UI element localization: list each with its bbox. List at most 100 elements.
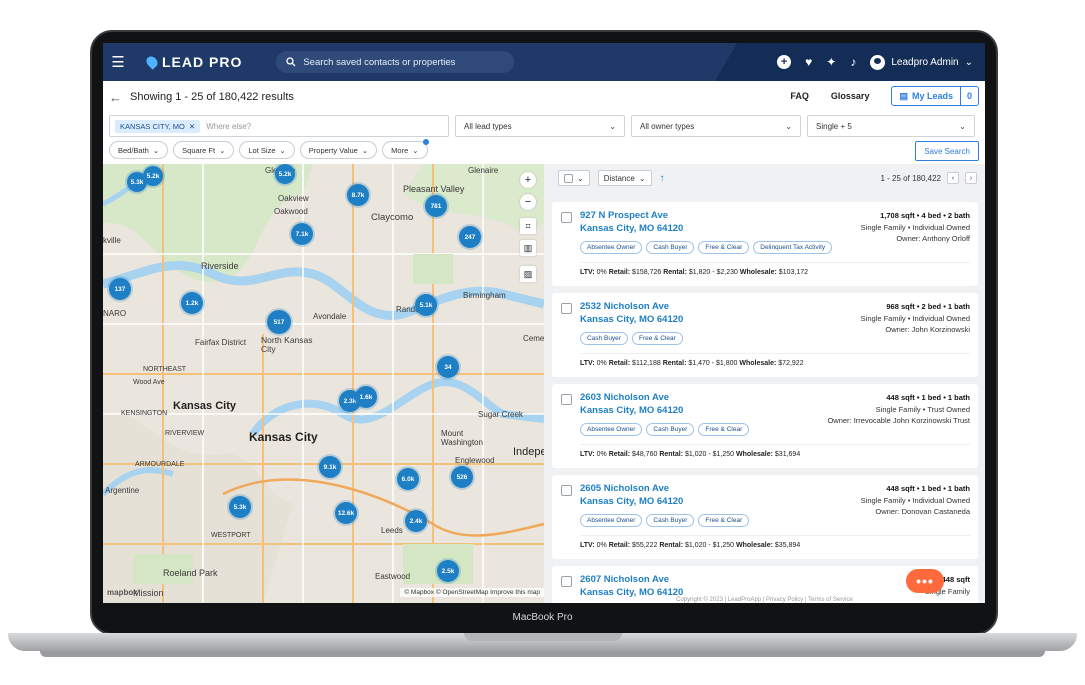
rental-value: $1,470 - $1,800 <box>688 360 738 367</box>
mapbox-logo[interactable]: mapbox <box>107 588 138 597</box>
app-screen: ☰ LEAD PRO Search saved contacts or prop… <box>103 43 985 603</box>
map-cluster[interactable]: 7.1k <box>291 223 313 245</box>
wholesale-value: $31,694 <box>774 451 801 458</box>
row-checkbox[interactable] <box>561 212 572 223</box>
map-cluster[interactable]: 781 <box>425 195 447 217</box>
map-attribution[interactable]: © Mapbox © OpenStreetMap Improve this ma… <box>400 588 544 597</box>
list-item[interactable]: 927 N Prospect Ave Kansas City, MO 64120… <box>552 202 978 286</box>
map-cluster[interactable]: 6.0k <box>397 468 419 490</box>
retail-label: Retail: <box>608 360 631 367</box>
map-cluster[interactable]: 526 <box>451 466 473 488</box>
map-layers-icon[interactable]: ▨ <box>520 266 536 282</box>
list-item[interactable]: 2605 Nicholson Ave Kansas City, MO 64120… <box>552 475 978 559</box>
square-ft-filter[interactable]: Square Ft ⌄ <box>173 141 235 159</box>
ltv-label: LTV: <box>580 451 595 458</box>
map-cluster[interactable]: 517 <box>267 310 291 334</box>
map-label: Oakwood <box>274 207 308 216</box>
map-label: Pleasant Valley <box>403 184 465 194</box>
location-chip[interactable]: KANSAS CITY, MO ✕ <box>115 119 201 133</box>
row-checkbox[interactable] <box>561 303 572 314</box>
pin-icon[interactable]: ✦ <box>826 55 836 69</box>
bed-bath-filter[interactable]: Bed/Bath ⌄ <box>109 141 169 159</box>
top-navbar: ☰ LEAD PRO Search saved contacts or prop… <box>103 43 985 81</box>
map-cluster[interactable]: 12.6k <box>335 502 357 524</box>
map-label: RIVERVIEW <box>165 430 205 437</box>
ltv-value: 0% <box>596 542 607 549</box>
map-label: Sugar Creek <box>478 410 523 419</box>
map-cluster[interactable]: 1.2k <box>181 292 203 314</box>
results-list: ⌄ Distance ⌄ ↑ 1 - 25 of 180,422 ‹ › 927 … <box>544 164 985 603</box>
owner-types-select[interactable]: All owner types ⌄ <box>631 115 801 137</box>
my-leads-button[interactable]: ▤ My Leads 0 <box>891 86 979 106</box>
map-cluster[interactable]: 34 <box>437 356 459 378</box>
global-search[interactable]: Search saved contacts or properties <box>276 51 515 73</box>
ltv-label: LTV: <box>580 360 595 367</box>
app-logo[interactable]: LEAD PRO <box>144 54 243 70</box>
location-pin-icon <box>144 54 160 70</box>
map-cluster[interactable]: 5.1k <box>415 294 437 316</box>
map-cluster[interactable]: 1.6k <box>355 386 377 408</box>
map-cluster[interactable]: 2.5k <box>437 560 459 582</box>
row-checkbox[interactable] <box>561 485 572 496</box>
row-checkbox[interactable] <box>561 394 572 405</box>
save-search-button[interactable]: Save Search <box>915 141 979 161</box>
zoom-in-icon[interactable]: + <box>520 172 536 188</box>
close-icon[interactable]: ✕ <box>189 122 195 131</box>
filter-row-primary: KANSAS CITY, MO ✕ Where else? All lead ty… <box>109 115 975 137</box>
wholesale-value: $103,172 <box>778 269 808 276</box>
chevron-down-icon: ⌄ <box>577 173 584 183</box>
tag: Absentee Owner <box>580 241 643 254</box>
hamburger-menu-icon[interactable]: ☰ <box>103 53 133 71</box>
next-page-icon[interactable]: › <box>965 172 977 184</box>
heart-icon[interactable]: ♥ <box>805 55 812 69</box>
location-input[interactable]: KANSAS CITY, MO ✕ Where else? <box>109 115 449 137</box>
chevron-down-icon: ⌄ <box>152 145 160 155</box>
logo-text: LEAD PRO <box>162 54 243 70</box>
sort-direction-icon[interactable]: ↑ <box>660 173 665 184</box>
map-cluster[interactable]: 5.3k <box>127 172 147 192</box>
map-cluster[interactable]: 137 <box>109 278 131 300</box>
property-specs: 448 sqft • 1 bed • 1 bath Single Family … <box>827 392 970 427</box>
glossary-link[interactable]: Glossary <box>831 91 870 101</box>
draw-area-icon[interactable]: ⌗ <box>520 218 536 234</box>
trash-icon[interactable]: ▥ <box>520 240 536 256</box>
row-checkbox[interactable] <box>561 576 572 587</box>
user-menu[interactable]: Leadpro Admin ⌄ <box>870 54 973 70</box>
faq-link[interactable]: FAQ <box>790 91 809 101</box>
map-label: kville <box>103 236 121 245</box>
prev-page-icon[interactable]: ‹ <box>947 172 959 184</box>
map-cluster[interactable]: 247 <box>459 226 481 248</box>
list-toolbar: ⌄ Distance ⌄ ↑ 1 - 25 of 180,422 ‹ › <box>544 164 985 192</box>
map-cluster[interactable]: 9.1k <box>319 456 341 478</box>
property-type-select[interactable]: Single + 5 ⌄ <box>807 115 975 137</box>
sort-select[interactable]: Distance ⌄ <box>597 170 652 186</box>
back-arrow-icon[interactable]: ← <box>109 90 122 105</box>
rental-label: Rental: <box>663 269 687 276</box>
map-view[interactable]: Glenaire Glenaire Pleasant Valley Oakvie… <box>103 164 544 603</box>
lot-size-filter[interactable]: Lot Size ⌄ <box>239 141 295 159</box>
property-value-filter[interactable]: Property Value ⌄ <box>299 141 378 159</box>
add-icon[interactable]: + <box>777 55 792 69</box>
zoom-out-icon[interactable]: − <box>520 194 536 210</box>
more-filters[interactable]: More ⌄ <box>382 139 429 159</box>
specs-summary: 1,708 sqft • 4 bed • 2 bath <box>880 211 970 220</box>
map-cluster[interactable]: 5.3k <box>229 496 251 518</box>
select-all-checkbox[interactable] <box>564 173 573 183</box>
map-cluster[interactable]: 8.7k <box>347 184 369 206</box>
list-item[interactable]: 2603 Nicholson Ave Kansas City, MO 64120… <box>552 384 978 468</box>
owner-name: Owner: John Korzinowski <box>885 325 970 334</box>
header-links: FAQ Glossary ▤ My Leads 0 <box>790 86 979 106</box>
map-label: Birmingham <box>463 291 506 300</box>
list-item[interactable]: 2532 Nicholson Ave Kansas City, MO 64120… <box>552 293 978 377</box>
chat-more-button[interactable]: ••• <box>906 569 944 593</box>
map-cluster[interactable]: 2.4k <box>405 510 427 532</box>
active-filter-badge <box>422 139 429 145</box>
select-all-dropdown[interactable]: ⌄ <box>558 170 590 186</box>
map-cluster[interactable]: 5.2k <box>275 164 295 184</box>
bell-icon[interactable]: ♪ <box>850 55 856 69</box>
lead-types-select[interactable]: All lead types ⌄ <box>455 115 625 137</box>
map-label: Leeds <box>381 526 403 535</box>
page-footer: Copyright © 2023 | LeadProApp | Privacy … <box>676 597 853 603</box>
chevron-down-icon: ⌄ <box>279 145 286 155</box>
wholesale-label: Wholesale: <box>739 269 777 276</box>
